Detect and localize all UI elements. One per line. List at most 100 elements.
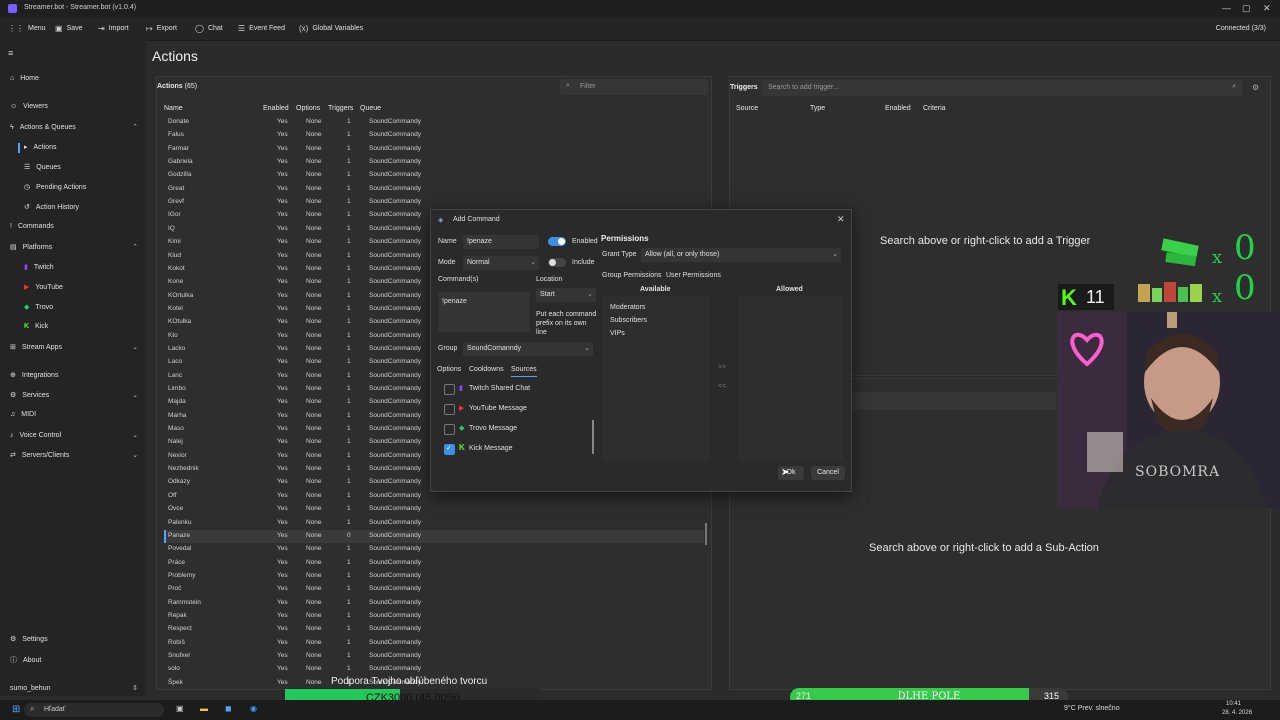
browser-icon[interactable]: ◉ [250, 704, 257, 713]
sidebar-item-home[interactable]: ⌂ Home [10, 75, 138, 82]
table-scrollbar[interactable] [705, 523, 707, 545]
sidebar-item-queues[interactable]: ☰ Queues [24, 163, 152, 172]
column-header-enabled[interactable]: Enabled [263, 105, 289, 112]
store-icon[interactable]: ◼ [225, 704, 232, 713]
table-row[interactable]: Proč Yes None 1 SoundCommandy [164, 583, 704, 596]
table-row[interactable]: Robíš Yes None 1 SoundCommandy [164, 637, 704, 650]
location-select[interactable]: Start ⌄ [536, 288, 596, 302]
sidebar-item-kick[interactable]: K Kick [24, 323, 152, 330]
group-select[interactable]: SoundComanndy ⌄ [463, 342, 593, 356]
filter-input[interactable]: ⌕ Filter [560, 79, 708, 95]
table-row[interactable]: Falus Yes None 1 SoundCommandy [164, 129, 704, 142]
cancel-button[interactable]: Cancel [811, 466, 845, 480]
name-input[interactable]: !penaze [463, 235, 539, 249]
minimize-icon[interactable]: — [1222, 3, 1231, 13]
tab-sources[interactable]: Sources [511, 366, 537, 373]
trigger-column-criteria[interactable]: Criteria [923, 105, 946, 112]
sidebar-item-youtube[interactable]: ▶ YouTube [24, 283, 152, 292]
global-variables-button[interactable]: (x) Global Variables [299, 24, 363, 33]
column-header-options[interactable]: Options [296, 105, 320, 112]
connection-status[interactable]: Connected (3/3) [1216, 25, 1266, 32]
table-row[interactable]: Problemy Yes None 1 SoundCommandy [164, 570, 704, 583]
move-left-button[interactable]: << [718, 383, 726, 390]
sidebar-item-twitch[interactable]: ▮ Twitch [24, 263, 152, 272]
source-kick-message[interactable]: ✓ K Kick Message [443, 442, 593, 456]
source-twitch-shared-chat[interactable]: ▮ Twitch Shared Chat [443, 382, 593, 396]
column-header-queue[interactable]: Queue [360, 105, 381, 112]
table-row[interactable]: Great Yes None 1 SoundCommandy [164, 183, 704, 196]
sidebar-item-servers-clients[interactable]: ⇄ Servers/Clients ⌄ [10, 451, 138, 460]
event-feed-button[interactable]: ☰ Event Feed [238, 24, 285, 33]
clock-date[interactable]: 28. 4. 2026 [1222, 710, 1252, 716]
table-row[interactable]: Gabriela Yes None 1 SoundCommandy [164, 156, 704, 169]
sidebar-item-platforms[interactable]: ▤ Platforms ⌃ [10, 243, 138, 252]
chat-button[interactable]: ◯ Chat [195, 24, 223, 33]
trigger-column-enabled[interactable]: Enabled [885, 105, 911, 112]
sidebar-item-pending-actions[interactable]: ◷ Pending Actions [24, 183, 152, 192]
file-explorer-icon[interactable]: ▬ [200, 704, 208, 713]
table-row[interactable]: Rammstein Yes None 1 SoundCommandy [164, 597, 704, 610]
sidebar-item-trovo[interactable]: ◆ Trovo [24, 303, 152, 312]
table-row[interactable]: Godzilla Yes None 1 SoundCommandy [164, 169, 704, 182]
table-row[interactable]: solo Yes None 1 SoundCommandy [164, 663, 704, 676]
source-checkbox[interactable]: ✓ [444, 444, 455, 455]
task-view-icon[interactable]: ▣ [176, 704, 184, 713]
list-item[interactable]: VIPs [610, 330, 625, 337]
list-item[interactable]: Subscribers [610, 317, 647, 324]
mode-select[interactable]: Normal ⌄ [463, 256, 539, 270]
source-trovo-message[interactable]: ◆ Trovo Message [443, 422, 593, 436]
grant-type-select[interactable]: Allow (all, or only those) ⌄ [641, 248, 841, 262]
table-row[interactable]: Panaze Yes None 0 SoundCommandy [164, 529, 704, 543]
hamburger-icon[interactable]: ≡ [8, 48, 13, 58]
sidebar-item-action-history[interactable]: ↺ Action History [24, 203, 152, 212]
table-row[interactable]: Repak Yes None 1 SoundCommandy [164, 610, 704, 623]
table-row[interactable]: Povedal Yes None 1 SoundCommandy [164, 543, 704, 556]
gear-icon[interactable]: ⚙ [1252, 83, 1259, 92]
sidebar-item-voice-control[interactable]: ♪ Voice Control ⌄ [10, 431, 138, 440]
menu-button[interactable]: ⋮⋮ Menu [8, 24, 46, 33]
tab-group-permissions[interactable]: Group Permissions [602, 272, 662, 279]
table-row[interactable]: Respect Yes None 1 SoundCommandy [164, 623, 704, 636]
sidebar-item-services[interactable]: ⚙ Services ⌄ [10, 391, 138, 400]
sidebar-item-actions[interactable]: ▸ Actions [24, 143, 152, 152]
clock-time[interactable]: 10:41 [1226, 701, 1241, 707]
import-button[interactable]: ⇥ Import [98, 24, 129, 33]
table-row[interactable]: Snufxer Yes None 1 SoundCommandy [164, 650, 704, 663]
sidebar-item-settings[interactable]: ⚙ Settings [10, 635, 138, 644]
move-right-button[interactable]: >> [718, 364, 726, 371]
close-icon[interactable]: ✕ [1263, 3, 1271, 14]
tab-options[interactable]: Options [437, 366, 461, 373]
table-row[interactable]: Donate Yes None 1 SoundCommandy [164, 116, 704, 129]
export-button[interactable]: ↦ Export [146, 24, 177, 33]
sidebar-item-actions-queues[interactable]: ϟ Actions & Queues ⌃ [10, 123, 138, 132]
table-row[interactable]: Grevf Yes None 1 SoundCommandy [164, 196, 704, 209]
sources-scrollbar[interactable] [592, 420, 594, 454]
source-checkbox[interactable] [444, 404, 455, 415]
trigger-search-input[interactable]: Search to add trigger... ⌕ [762, 80, 1242, 96]
source-checkbox[interactable] [444, 384, 455, 395]
tab-cooldowns[interactable]: Cooldowns [469, 366, 504, 373]
trigger-column-source[interactable]: Source [736, 105, 758, 112]
include-toggle[interactable] [548, 258, 566, 267]
table-row[interactable]: Ovce Yes None 1 SoundCommandy [164, 503, 704, 516]
enabled-toggle[interactable] [548, 237, 566, 246]
column-header-name[interactable]: Name [164, 105, 183, 112]
sidebar-item-integrations[interactable]: ⊕ Integrations [10, 371, 138, 380]
sidebar-item-viewers[interactable]: ☺ Viewers [10, 103, 138, 110]
close-icon[interactable]: ✕ [837, 214, 845, 225]
trigger-column-type[interactable]: Type [810, 105, 825, 112]
table-row[interactable]: Práce Yes None 1 SoundCommandy [164, 557, 704, 570]
tab-user-permissions[interactable]: User Permissions [666, 272, 721, 279]
table-row[interactable]: Farmar Yes None 1 SoundCommandy [164, 143, 704, 156]
column-header-triggers[interactable]: Triggers [328, 105, 353, 112]
sidebar-item-midi[interactable]: ♫ MIDI [10, 411, 138, 418]
windows-start-icon[interactable]: ⊞ [12, 704, 20, 715]
user-switcher[interactable]: sumo_behun ⇕ [10, 684, 138, 693]
sidebar-item-about[interactable]: ⓘ About [10, 655, 138, 665]
table-row[interactable]: Palenku Yes None 1 SoundCommandy [164, 517, 704, 530]
weather-widget[interactable]: 9°C Prev. slnečno [1064, 705, 1120, 712]
list-item[interactable]: Moderators [610, 304, 645, 311]
sidebar-item-stream-apps[interactable]: ⊞ Stream Apps ⌄ [10, 343, 138, 352]
taskbar-search[interactable]: ⌕ Hľadať [24, 703, 164, 717]
commands-textarea[interactable]: !penaze [438, 292, 530, 332]
